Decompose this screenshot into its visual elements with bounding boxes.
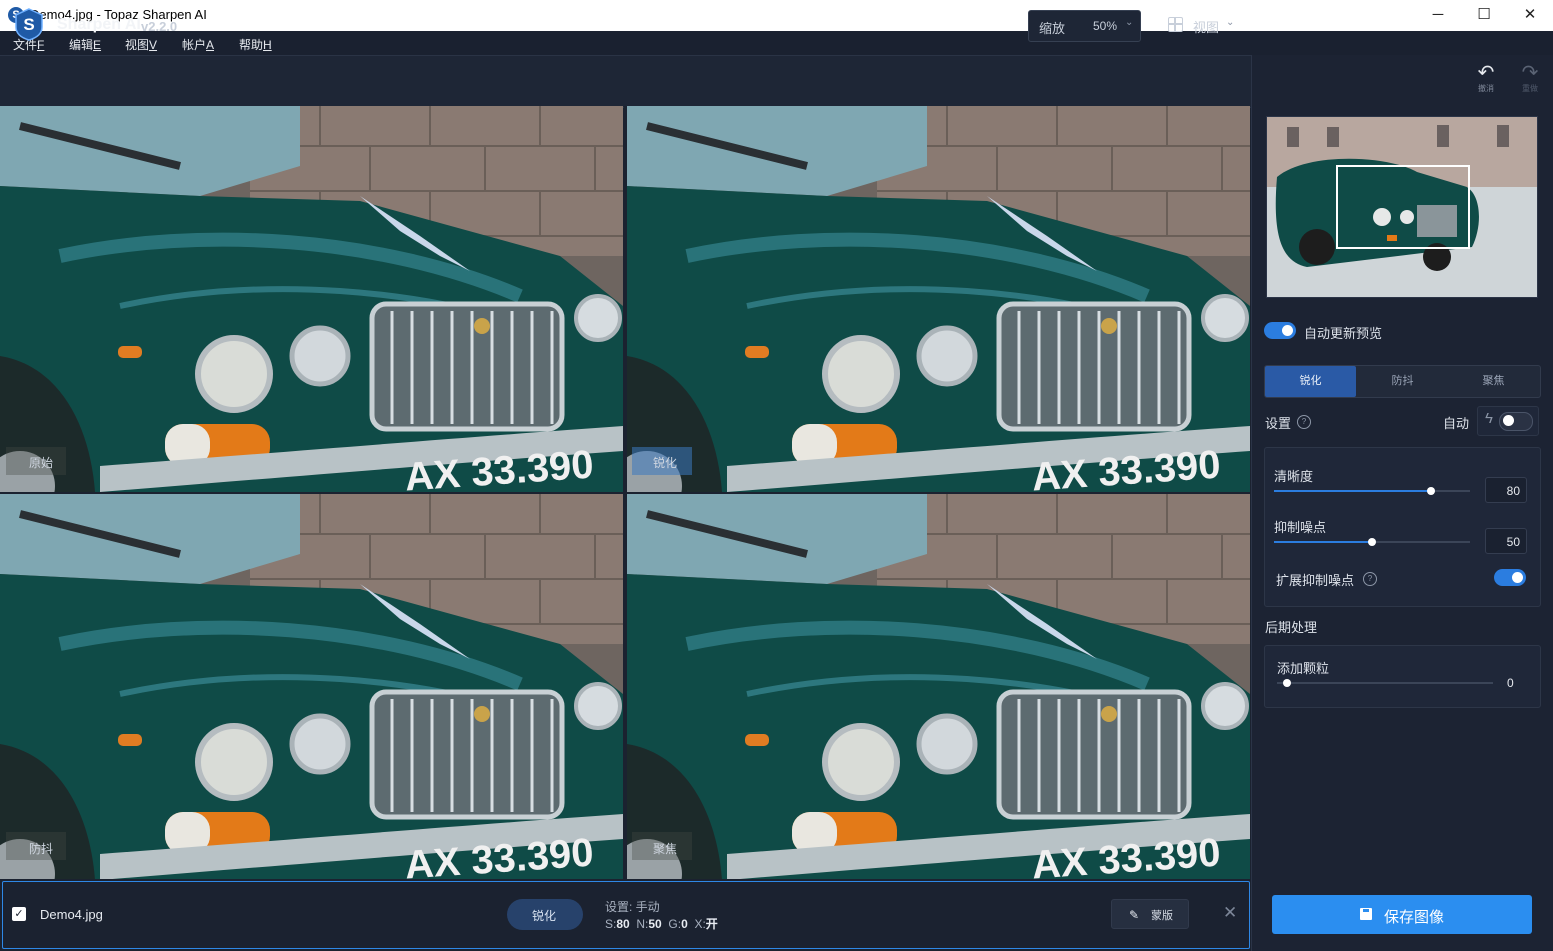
app-header xyxy=(0,55,1251,108)
pane-sharpen[interactable] xyxy=(627,106,1250,492)
extended-noise-toggle[interactable] xyxy=(1494,569,1526,586)
remove-file-icon[interactable]: ✕ xyxy=(1223,903,1237,923)
grain-slider-track[interactable] xyxy=(1277,682,1493,684)
file-checkbox[interactable]: ✓ xyxy=(12,907,26,921)
svg-text:S: S xyxy=(23,15,34,34)
pane-focus[interactable] xyxy=(627,494,1250,880)
pane-label-focus: 聚焦 xyxy=(653,842,678,856)
navigator-viewport-rect[interactable] xyxy=(1336,165,1470,249)
lightning-icon: ϟ xyxy=(1485,410,1493,427)
grain-label: 添加颗粒 xyxy=(1277,661,1330,676)
tab-focus[interactable]: 聚焦 xyxy=(1448,366,1539,397)
view-dropdown-label[interactable]: 视图 xyxy=(1193,17,1219,36)
zoom-chevron-down-icon: ⌄ xyxy=(1125,17,1134,28)
title-bar: S Demo4.jpg - Topaz Sharpen AI ─ ☐ ✕ xyxy=(0,0,1553,32)
settings-summary: 设置: 手动 xyxy=(605,900,660,914)
pane-label-stabilize: 防抖 xyxy=(29,842,54,856)
topaz-logo-icon: S xyxy=(15,8,43,41)
grain-slider-handle[interactable] xyxy=(1283,679,1291,687)
mask-button[interactable] xyxy=(1111,899,1189,929)
auto-settings-toggle[interactable] xyxy=(1499,412,1533,431)
tab-stabilize[interactable]: 防抖 xyxy=(1357,366,1448,397)
app-name: Sharpen AI xyxy=(57,16,141,33)
original-image xyxy=(0,106,623,492)
menu-help[interactable]: 帮助H xyxy=(239,36,272,53)
view-grid-icon[interactable] xyxy=(1168,17,1183,32)
mode-tabs: 锐化 防抖 聚焦 xyxy=(1264,365,1541,398)
view-chevron-down-icon: ⌄ xyxy=(1226,17,1235,28)
undo-button[interactable]: ↶ 撤消 xyxy=(1471,63,1501,99)
zoom-label: 缩放 xyxy=(1039,21,1066,36)
pane-label-original: 原始 xyxy=(29,456,54,470)
extended-noise-label: 扩展抑制噪点 xyxy=(1276,573,1355,588)
file-name: Demo4.jpg xyxy=(40,907,103,922)
redo-icon: ↷ xyxy=(1521,62,1539,84)
clarity-label: 清晰度 xyxy=(1274,469,1314,484)
undo-label: 撤消 xyxy=(1478,84,1494,93)
noise-label: 抑制噪点 xyxy=(1274,520,1327,535)
noise-slider-fill xyxy=(1274,541,1372,543)
tab-sharpen[interactable]: 锐化 xyxy=(1265,366,1356,397)
menu-view[interactable]: 视图V xyxy=(125,36,157,53)
save-image-label: 保存图像 xyxy=(1384,909,1445,926)
clarity-slider-fill xyxy=(1274,490,1431,492)
auto-label: 自动 xyxy=(1443,416,1470,431)
extended-noise-help-icon[interactable]: ? xyxy=(1363,572,1377,586)
undo-icon: ↶ xyxy=(1477,62,1495,84)
settings-heading: 设置 xyxy=(1265,416,1292,431)
close-window-button[interactable]: ✕ xyxy=(1507,0,1553,31)
clarity-slider-handle[interactable] xyxy=(1427,487,1435,495)
clarity-value-input[interactable]: 80 xyxy=(1485,477,1527,503)
redo-button[interactable]: ↷ 重做 xyxy=(1515,63,1545,99)
menu-bar: 文件F 编辑E 视图V 帐户A 帮助H xyxy=(0,31,1553,55)
maximize-button[interactable]: ☐ xyxy=(1461,0,1507,31)
brush-icon: ✎ xyxy=(1129,908,1140,922)
pane-original[interactable] xyxy=(0,106,623,492)
mode-badge-label: 锐化 xyxy=(532,909,557,923)
noise-slider-handle[interactable] xyxy=(1368,538,1376,546)
post-processing-heading: 后期处理 xyxy=(1265,620,1318,635)
zoom-value: 50% xyxy=(1093,19,1118,33)
pane-divider-horizontal xyxy=(0,492,1251,494)
app-version: v2.2.0 xyxy=(141,19,178,34)
settings-help-icon[interactable]: ? xyxy=(1297,415,1311,429)
menu-edit[interactable]: 编辑E xyxy=(69,36,101,53)
pane-stabilize[interactable] xyxy=(0,494,623,880)
menu-account[interactable]: 帐户A xyxy=(182,36,214,53)
focus-image xyxy=(627,494,1250,880)
grain-value: 0 xyxy=(1507,676,1514,690)
mask-label: 蒙版 xyxy=(1151,910,1173,922)
save-icon xyxy=(1360,908,1372,920)
auto-update-label: 自动更新预览 xyxy=(1304,326,1383,341)
settings-values: S:80 N:50 G:0 X:开 xyxy=(605,917,718,931)
pane-label-sharpen: 锐化 xyxy=(653,456,678,470)
sharpen-image xyxy=(627,106,1250,492)
minimize-button[interactable]: ─ xyxy=(1415,0,1461,31)
redo-label: 重做 xyxy=(1522,84,1538,93)
auto-update-toggle[interactable] xyxy=(1264,322,1296,339)
stabilize-image xyxy=(0,494,623,880)
noise-value-input[interactable]: 50 xyxy=(1485,528,1527,554)
